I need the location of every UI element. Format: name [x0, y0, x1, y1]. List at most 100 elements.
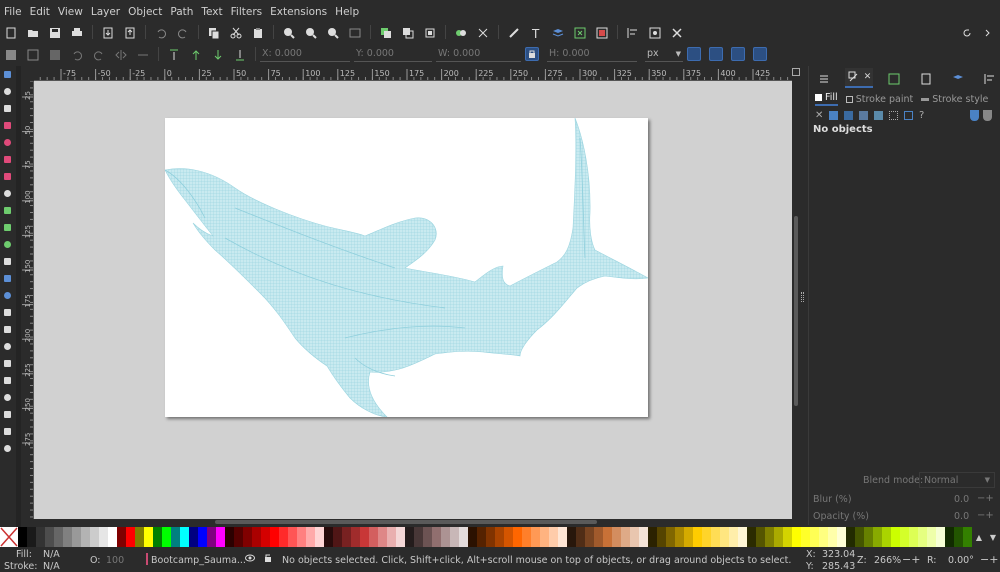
text-font-icon[interactable]: T — [529, 25, 543, 41]
zoom-drawing-icon[interactable] — [304, 25, 318, 39]
tool-spray-icon[interactable] — [0, 355, 15, 372]
ungroup-icon[interactable] — [476, 25, 490, 39]
layer-visibility-icon[interactable] — [245, 554, 255, 565]
linear-gradient-icon[interactable] — [844, 110, 853, 120]
palette-swatch[interactable] — [90, 527, 99, 547]
palette-swatch[interactable] — [63, 527, 72, 547]
palette-swatch[interactable] — [108, 527, 117, 547]
menu-file[interactable]: File — [4, 6, 22, 18]
menu-path[interactable]: Path — [170, 6, 193, 18]
palette-swatch[interactable] — [963, 527, 972, 547]
dock-tab-align-icon[interactable] — [983, 71, 997, 85]
palette-swatch[interactable] — [441, 527, 450, 547]
palette-swatch[interactable] — [54, 527, 63, 547]
tool-dropper-icon[interactable] — [0, 304, 15, 321]
flip-horizontal-icon[interactable] — [114, 47, 128, 61]
copy-icon[interactable] — [207, 25, 221, 39]
dock-tab-fill-stroke[interactable]: ✕ — [845, 68, 873, 88]
document-properties-icon[interactable] — [595, 25, 609, 39]
palette-swatch[interactable] — [396, 527, 405, 547]
document-page[interactable] — [164, 117, 649, 418]
palette-swatch[interactable] — [648, 527, 657, 547]
flip-vertical-icon[interactable] — [136, 47, 150, 61]
palette-swatch[interactable] — [765, 527, 774, 547]
palette-swatch[interactable] — [639, 527, 648, 547]
x-field[interactable]: 0.000 — [275, 48, 302, 59]
palette-swatch[interactable] — [450, 527, 459, 547]
xml-editor-icon[interactable] — [573, 25, 587, 39]
tool-gradient-icon[interactable] — [0, 270, 15, 287]
layer-lock-icon[interactable] — [264, 553, 272, 566]
menu-text[interactable]: Text — [201, 6, 222, 18]
tab-fill[interactable]: Fill — [815, 92, 838, 106]
palette-swatch[interactable] — [144, 527, 153, 547]
layer-select[interactable]: Bootcamp_Sauma... — [151, 555, 246, 566]
palette-swatch[interactable] — [369, 527, 378, 547]
fill-stroke-icon[interactable] — [507, 25, 521, 39]
palette-swatch[interactable] — [585, 527, 594, 547]
export-icon[interactable] — [123, 25, 137, 39]
palette-swatch[interactable] — [36, 527, 45, 547]
palette-swatch[interactable] — [756, 527, 765, 547]
palette-swatch[interactable] — [216, 527, 225, 547]
palette-swatch[interactable] — [504, 527, 513, 547]
shark-body[interactable] — [164, 117, 649, 418]
palette-swatch[interactable] — [432, 527, 441, 547]
raise-icon[interactable] — [189, 47, 203, 61]
palette-swatch[interactable] — [180, 527, 189, 547]
opacity-stepper[interactable]: −+ — [977, 510, 994, 521]
palette-swatch[interactable] — [702, 527, 711, 547]
palette-swatch[interactable] — [315, 527, 324, 547]
palette-swatch[interactable] — [954, 527, 963, 547]
palette-down-icon[interactable]: ▼ — [990, 533, 996, 542]
palette-swatch[interactable] — [540, 527, 549, 547]
palette-swatch[interactable] — [918, 527, 927, 547]
tool-pen-icon[interactable] — [0, 219, 15, 236]
duplicate-icon[interactable] — [379, 25, 393, 39]
palette-swatch[interactable] — [792, 527, 801, 547]
palette-swatch[interactable] — [567, 527, 576, 547]
palette-swatch[interactable] — [666, 527, 675, 547]
zoom-page-icon[interactable] — [326, 25, 340, 39]
palette-swatch[interactable] — [531, 527, 540, 547]
palette-up-icon[interactable]: ▲ — [976, 533, 982, 542]
palette-swatch[interactable] — [189, 527, 198, 547]
dock-handle-icon[interactable] — [801, 292, 804, 302]
tool-selector-icon[interactable] — [0, 66, 15, 83]
tool-lpe-icon[interactable] — [0, 423, 15, 440]
palette-swatch[interactable] — [81, 527, 90, 547]
w-field[interactable]: 0.000 — [453, 48, 480, 59]
palette-swatch[interactable] — [306, 527, 315, 547]
swatch-icon[interactable] — [904, 110, 913, 120]
tool-3d-box-icon[interactable] — [0, 168, 15, 185]
palette-swatch[interactable] — [351, 527, 360, 547]
rotate-ccw-icon[interactable] — [70, 47, 84, 61]
select-all-layers-icon[interactable] — [26, 47, 40, 61]
shark-drawing[interactable] — [164, 117, 649, 418]
new-document-icon[interactable] — [4, 25, 18, 39]
palette-swatch[interactable] — [162, 527, 171, 547]
palette-swatch[interactable] — [684, 527, 693, 547]
rotation-field[interactable]: 0.00° — [948, 555, 974, 566]
palette-swatch[interactable] — [261, 527, 270, 547]
menu-edit[interactable]: Edit — [30, 6, 50, 18]
palette-swatch[interactable] — [522, 527, 531, 547]
palette-swatch[interactable] — [252, 527, 261, 547]
palette-swatch[interactable] — [279, 527, 288, 547]
blur-value[interactable]: 0.0 — [954, 494, 969, 505]
palette-swatch[interactable] — [846, 527, 855, 547]
palette-swatch[interactable] — [513, 527, 522, 547]
dock-tab-xml-icon[interactable] — [887, 71, 901, 85]
palette-swatch[interactable] — [630, 527, 639, 547]
palette-swatch[interactable] — [900, 527, 909, 547]
pattern-icon[interactable] — [889, 110, 898, 120]
tool-node-icon[interactable] — [0, 83, 15, 100]
palette-swatch[interactable] — [45, 527, 54, 547]
align-distribute-icon[interactable] — [626, 25, 640, 39]
tool-star-icon[interactable] — [0, 151, 15, 168]
tab-stroke-style[interactable]: Stroke style — [921, 94, 988, 105]
palette-swatch[interactable] — [711, 527, 720, 547]
reset-rotation-icon[interactable] — [960, 25, 974, 39]
vertical-scrollbar-thumb[interactable] — [794, 216, 798, 406]
palette-swatch[interactable] — [927, 527, 936, 547]
